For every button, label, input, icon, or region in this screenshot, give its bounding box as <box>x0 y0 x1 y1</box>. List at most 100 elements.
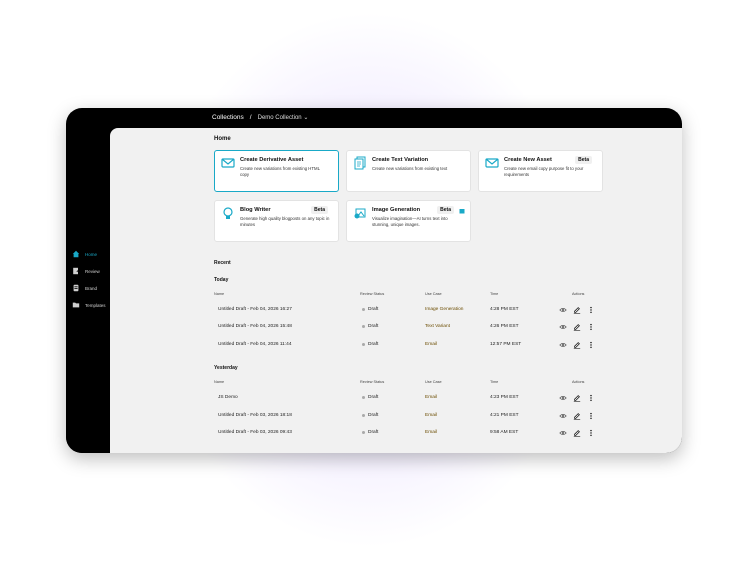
row-actions <box>559 306 595 314</box>
sidebar-item-templates[interactable]: Templates <box>72 301 106 309</box>
status-dot <box>362 431 365 434</box>
review-icon <box>73 267 80 275</box>
row-status: Draft <box>362 413 378 418</box>
page-title: Home <box>214 136 231 142</box>
card-title: Create Derivative Asset <box>240 157 304 163</box>
breadcrumb: Collections / Demo Collection ⌄ <box>212 114 308 121</box>
eye-icon[interactable] <box>559 306 567 314</box>
card-title: Create Text Variation <box>372 157 429 163</box>
col-header-status: Review Status <box>360 292 385 296</box>
row-time: 4:23 PM EST <box>490 395 519 400</box>
col-header-time: Time <box>490 292 499 296</box>
card-create-text-variation[interactable]: Create Text Variation Create new variati… <box>346 150 471 192</box>
row-actions <box>559 394 595 402</box>
col-header-name: Name <box>214 292 225 296</box>
eye-icon[interactable] <box>559 341 567 349</box>
image-gen-icon <box>354 208 366 219</box>
row-usecase: Email <box>425 430 437 435</box>
top-bar: Collections / Demo Collection ⌄ <box>66 108 682 128</box>
card-desc: Create new variations from existing text <box>372 166 448 171</box>
row-name[interactable]: Untitled Draft - Feb 03, 2026 18:18 <box>218 413 292 418</box>
row-time: 4:21 PM EST <box>490 413 519 418</box>
beta-badge: Beta <box>437 206 454 214</box>
collection-selector[interactable]: Demo Collection ⌄ <box>258 114 309 121</box>
col-header-actions: Actions <box>572 380 585 384</box>
status-dot <box>362 414 365 417</box>
mail-icon <box>485 158 499 168</box>
more-vertical-icon[interactable] <box>587 394 595 402</box>
table-row[interactable]: JS Demo Draft Email 4:23 PM EST <box>214 392 604 404</box>
edit-icon[interactable] <box>573 306 581 314</box>
card-title: Blog Writer <box>240 207 271 213</box>
more-vertical-icon[interactable] <box>587 412 595 420</box>
folder-icon <box>72 302 80 308</box>
card-title: Create New Asset <box>504 157 552 163</box>
eye-icon[interactable] <box>559 323 567 331</box>
table-row[interactable]: Untitled Draft - Feb 03, 2026 18:18 Draf… <box>214 410 604 422</box>
row-name[interactable]: JS Demo <box>218 395 238 400</box>
group-today-label: Today <box>214 277 229 283</box>
edit-icon[interactable] <box>573 323 581 331</box>
table-row[interactable]: Untitled Draft - Feb 03, 2026 09:43 Draf… <box>214 427 604 439</box>
table-row[interactable]: Untitled Draft - Feb 04, 2026 15:48 Draf… <box>214 321 604 333</box>
row-actions <box>559 341 595 349</box>
col-header-name: Name <box>214 380 225 384</box>
more-vertical-icon[interactable] <box>587 323 595 331</box>
status-label: Draft <box>368 395 379 400</box>
col-header-status: Review Status <box>360 380 385 384</box>
sidebar-item-brand[interactable]: Brand <box>72 284 97 292</box>
card-create-derivative-asset[interactable]: Create Derivative Asset Create new varia… <box>214 150 339 192</box>
edit-icon[interactable] <box>573 394 581 402</box>
home-icon <box>72 250 80 258</box>
beta-badge: Beta <box>311 206 328 214</box>
card-desc: Visualize imagination—AI turns text into… <box>372 216 448 227</box>
eye-icon[interactable] <box>559 394 567 402</box>
status-label: Draft <box>368 413 379 418</box>
row-name[interactable]: Untitled Draft - Feb 03, 2026 09:43 <box>218 430 292 435</box>
recent-heading: Recent <box>214 260 231 266</box>
row-status: Draft <box>362 395 378 400</box>
breadcrumb-separator: / <box>249 114 252 121</box>
breadcrumb-current: Demo Collection <box>257 115 302 121</box>
table-row[interactable]: Untitled Draft - Feb 04, 2026 16:27 Draf… <box>214 304 604 316</box>
status-dot <box>362 325 365 328</box>
sidebar-item-home[interactable]: Home <box>72 250 97 258</box>
card-desc: Create new variations from existing HTML… <box>240 166 320 177</box>
card-image-generation[interactable]: Image Generation Beta Visualize imaginat… <box>346 200 471 242</box>
main-content: Home Create Derivative Asset Create new … <box>110 128 682 453</box>
status-label: Draft <box>368 307 379 312</box>
card-desc: Generate high quality blogposts on any t… <box>240 216 330 227</box>
row-name[interactable]: Untitled Draft - Feb 04, 2026 15:48 <box>218 324 292 329</box>
card-blog-writer[interactable]: Blog Writer Beta Generate high quality b… <box>214 200 339 242</box>
card-create-new-asset[interactable]: Create New Asset Beta Create new email c… <box>478 150 603 192</box>
more-vertical-icon[interactable] <box>587 306 595 314</box>
row-name[interactable]: Untitled Draft - Feb 04, 2026 16:27 <box>218 307 292 312</box>
more-vertical-icon[interactable] <box>587 429 595 437</box>
row-name[interactable]: Untitled Draft - Feb 04, 2026 11:44 <box>218 342 292 347</box>
eye-icon[interactable] <box>559 412 567 420</box>
group-yesterday-label: Yesterday <box>214 365 238 371</box>
eye-icon[interactable] <box>559 429 567 437</box>
breadcrumb-root[interactable]: Collections <box>212 114 244 121</box>
edit-icon[interactable] <box>573 429 581 437</box>
brand-icon <box>73 284 79 292</box>
row-actions <box>559 323 595 331</box>
row-status: Draft <box>362 324 378 329</box>
row-time: 4:28 PM EST <box>490 307 519 312</box>
row-usecase: Email <box>425 395 437 400</box>
col-header-usecase: Use Case <box>425 292 442 296</box>
status-label: Draft <box>368 342 379 347</box>
card-title: Image Generation <box>372 207 421 213</box>
edit-icon[interactable] <box>573 341 581 349</box>
row-status: Draft <box>362 430 378 435</box>
sidebar-item-review[interactable]: Review <box>72 267 100 275</box>
row-time: 12:57 PM EST <box>490 342 522 347</box>
table-row[interactable]: Untitled Draft - Feb 04, 2026 11:44 Draf… <box>214 339 604 351</box>
edit-icon[interactable] <box>573 412 581 420</box>
row-status: Draft <box>362 342 378 347</box>
row-usecase: Email <box>425 342 437 347</box>
card-desc: Create new email copy purpose fit to you… <box>504 166 584 177</box>
app-window: Collections / Demo Collection ⌄ Home Rev… <box>66 108 682 453</box>
more-vertical-icon[interactable] <box>587 341 595 349</box>
chevron-down-icon: ⌄ <box>303 115 309 121</box>
